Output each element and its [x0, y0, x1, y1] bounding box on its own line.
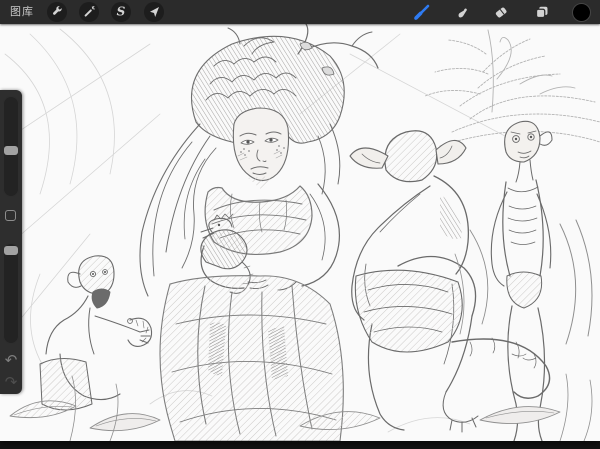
s-glyph-icon: S	[117, 6, 126, 18]
woman-figure	[140, 24, 378, 296]
brush-size-handle[interactable]	[4, 146, 18, 155]
smudge-tool-button[interactable]	[452, 2, 472, 22]
undo-button[interactable]: ↶	[0, 352, 22, 370]
creature-far-right	[491, 121, 552, 441]
brush-sidebar: ↶ ↷	[0, 90, 22, 394]
app-screen: Graphite fantasy sketch: a woman with br…	[0, 0, 600, 449]
eraser-icon	[493, 4, 509, 20]
magic-wand-icon	[82, 5, 96, 19]
layers-icon	[534, 4, 550, 20]
actions-button[interactable]	[47, 2, 67, 22]
goblin-bottom-left	[40, 256, 152, 410]
top-toolbar: 图库 S	[0, 0, 600, 24]
layers-button[interactable]	[532, 2, 552, 22]
wrench-icon	[50, 5, 64, 19]
opacity-handle[interactable]	[4, 246, 18, 255]
adjustments-button[interactable]	[79, 2, 99, 22]
brush-stroke-icon	[412, 2, 432, 22]
erase-tool-button[interactable]	[491, 2, 511, 22]
brush-size-slider[interactable]	[3, 96, 19, 197]
arrow-cursor-icon	[147, 5, 161, 19]
gallery-button[interactable]: 图库	[10, 0, 34, 24]
color-swatch[interactable]	[572, 3, 591, 22]
drapery	[160, 276, 343, 441]
paint-tool-button[interactable]	[412, 2, 432, 22]
artwork-sketch	[0, 24, 600, 441]
transform-button[interactable]	[144, 2, 164, 22]
modify-button[interactable]	[5, 210, 16, 221]
smudge-finger-icon	[454, 4, 470, 20]
redo-button[interactable]: ↷	[0, 374, 22, 392]
selection-button[interactable]: S	[111, 2, 131, 22]
opacity-slider[interactable]	[3, 243, 19, 344]
drawing-canvas[interactable]: Graphite fantasy sketch: a woman with br…	[0, 24, 600, 441]
